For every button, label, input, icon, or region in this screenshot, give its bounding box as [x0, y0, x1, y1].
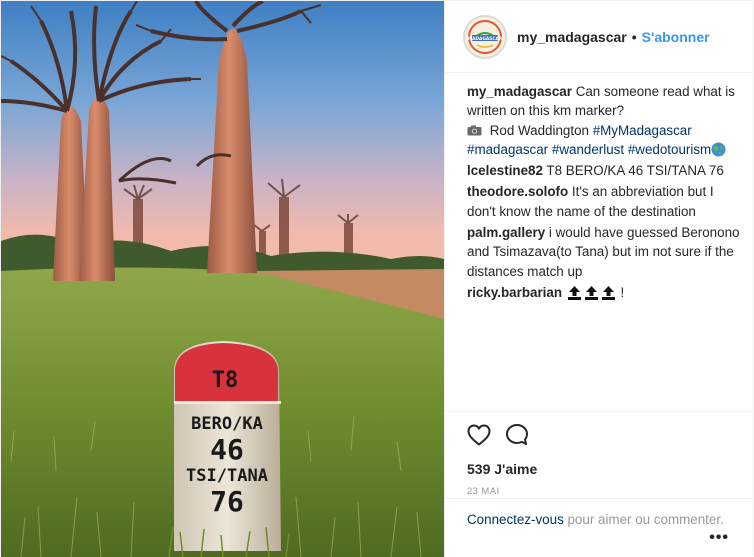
login-link[interactable]: Connectez-vous	[467, 512, 564, 527]
instagram-post: T8 BERO/KA 46 TSI/TANA 76 MADAGASCAR my_…	[0, 0, 754, 557]
avatar[interactable]: MADAGASCAR	[463, 14, 507, 59]
comment-username[interactable]: my_madagascar	[467, 84, 572, 99]
comment-username[interactable]: theodore.solofo	[467, 184, 568, 199]
hashtag-link[interactable]: #madagascar	[467, 142, 548, 157]
header-separator: •	[631, 28, 637, 45]
post-actions: 539 J'aime 23 MAI	[445, 411, 754, 497]
comment-list: my_madagascar Can someone read what is w…	[445, 82, 754, 304]
marker-line1: T8	[212, 368, 239, 393]
comment: theodore.solofo It's an abbreviation but…	[467, 182, 742, 221]
action-icons	[467, 422, 754, 448]
comment-bubble-icon[interactable]	[505, 423, 529, 447]
caption: my_madagascar Can someone read what is w…	[467, 82, 742, 159]
follow-button[interactable]: S'abonner	[642, 29, 710, 45]
hashtag-link[interactable]: #wanderlust	[552, 142, 624, 157]
hashtag-link[interactable]: #MyMadagascar	[593, 123, 692, 138]
login-prompt: Connectez-vous pour aimer ou commenter.	[445, 498, 754, 529]
top-arrow-icon	[567, 285, 581, 300]
photographer-name: Rod Waddington	[486, 122, 593, 138]
comment-text: !	[616, 284, 625, 300]
comment: lcelestine82 T8 BERO/KA 46 TSI/TANA 76	[467, 161, 742, 180]
header-username[interactable]: my_madagascar	[517, 29, 627, 45]
camera-icon	[467, 125, 482, 136]
marker-line3: 46	[210, 433, 244, 466]
comment-username[interactable]: ricky.barbarian	[467, 285, 562, 300]
avatar-logo-text: MADAGASCAR	[468, 36, 503, 42]
baobab-photo: T8 BERO/KA 46 TSI/TANA 76	[1, 1, 444, 557]
hashtag-link[interactable]: #wedotourism	[628, 142, 711, 157]
heart-icon[interactable]	[467, 424, 491, 446]
post-date[interactable]: 23 MAI	[467, 486, 754, 497]
like-count[interactable]: 539 J'aime	[467, 461, 754, 477]
post-header: MADAGASCAR my_madagascar • S'abonner	[445, 1, 754, 73]
comment: palm.gallery i would have guessed Berono…	[467, 223, 742, 281]
post-sidebar: MADAGASCAR my_madagascar • S'abonner my_…	[444, 1, 754, 557]
km-marker: T8 BERO/KA 46 TSI/TANA 76	[174, 341, 281, 551]
post-photo[interactable]: T8 BERO/KA 46 TSI/TANA 76	[1, 1, 444, 557]
comment-username[interactable]: palm.gallery	[467, 225, 545, 240]
marker-line4: TSI/TANA	[186, 466, 268, 486]
top-arrow-icon	[601, 285, 615, 300]
comment: ricky.barbarian !	[467, 283, 742, 302]
comment-text: T8 BERO/KA 46 TSI/TANA 76	[542, 163, 724, 179]
login-prompt-text: pour aimer ou commenter.	[563, 512, 724, 527]
more-options-button[interactable]: •••	[709, 529, 729, 547]
marker-line2: BERO/KA	[191, 414, 263, 434]
caption-credit-line: Rod Waddington #MyMadagascar #madagascar…	[467, 121, 742, 160]
marker-line5: 76	[210, 485, 244, 518]
globe-icon	[711, 142, 726, 157]
top-arrow-icon	[584, 285, 598, 300]
comment-username[interactable]: lcelestine82	[467, 163, 543, 178]
